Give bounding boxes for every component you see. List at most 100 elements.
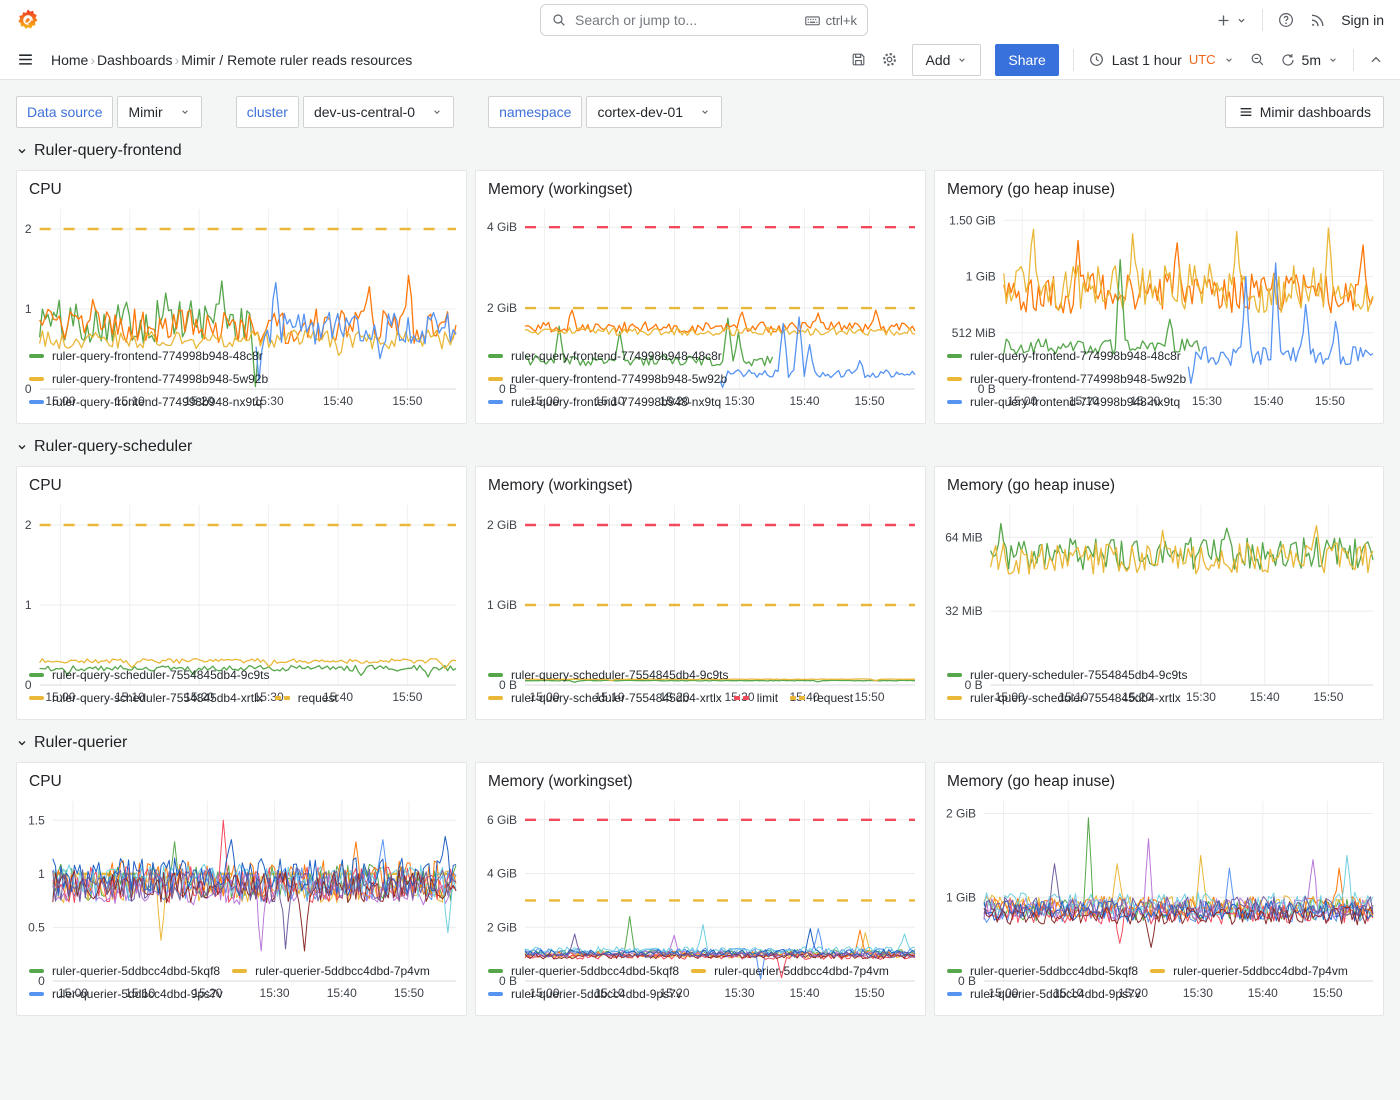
panel-title[interactable]: Memory (go heap inuse) xyxy=(935,763,1383,793)
timeseries-chart[interactable]: 15:0015:1015:2015:3015:4015:50012 xyxy=(17,201,466,343)
timeseries-chart[interactable]: 15:0015:1015:2015:3015:4015:500 B2 GiB4 … xyxy=(476,201,925,343)
panel-title[interactable]: Memory (workingset) xyxy=(476,763,925,793)
legend-item[interactable]: ruler-query-frontend-774998b948-nx9tq xyxy=(488,391,721,413)
legend-swatch xyxy=(947,696,962,700)
timeseries-chart[interactable]: 15:0015:1015:2015:3015:4015:500 B1 GiB2 … xyxy=(476,497,925,662)
namespace-select[interactable]: cortex-dev-01 xyxy=(586,96,722,128)
panel-title[interactable]: CPU xyxy=(17,763,466,793)
legend-label: ruler-query-frontend-774998b948-nx9tq xyxy=(511,395,721,409)
panel-title[interactable]: Memory (workingset) xyxy=(476,171,925,201)
mimir-dashboards-label: Mimir dashboards xyxy=(1260,104,1371,120)
top-nav: Search or jump to... ctrl+k Sign in xyxy=(0,0,1400,40)
mimir-dashboards-button[interactable]: Mimir dashboards xyxy=(1225,96,1384,128)
legend-swatch xyxy=(947,969,962,973)
timeseries-chart[interactable]: 15:0015:1015:2015:3015:4015:500 B512 MiB… xyxy=(935,201,1383,343)
legend-item[interactable]: ruler-query-frontend-774998b948-nx9tq xyxy=(29,391,262,413)
panel-title[interactable]: Memory (go heap inuse) xyxy=(935,467,1383,497)
legend-item[interactable]: ruler-querier-5ddbcc4dbd-9ps7v xyxy=(29,983,223,1005)
legend-item[interactable]: ruler-querier-5ddbcc4dbd-5kqf8 xyxy=(947,960,1138,982)
breadcrumb-home[interactable]: Home xyxy=(51,52,88,68)
toolbar-divider xyxy=(1073,49,1074,71)
panel-title[interactable]: CPU xyxy=(17,171,466,201)
legend-item[interactable]: ruler-querier-5ddbcc4dbd-7p4vm xyxy=(1150,960,1348,982)
timeseries-chart[interactable]: 15:0015:1015:2015:3015:4015:500 B2 GiB4 … xyxy=(476,793,925,958)
legend-item[interactable]: ruler-query-frontend-774998b948-nx9tq xyxy=(947,391,1180,413)
legend-label: ruler-querier-5ddbcc4dbd-5kqf8 xyxy=(511,964,679,978)
panel-title[interactable]: CPU xyxy=(17,467,466,497)
breadcrumb-separator: › xyxy=(175,52,180,68)
chevron-down-icon xyxy=(1327,54,1339,66)
legend-item[interactable]: ruler-query-scheduler-7554845db4-9c9ts xyxy=(29,664,269,686)
legend-label: ruler-query-frontend-774998b948-5w92b xyxy=(970,372,1186,386)
panel-cpu: CPU 15:0015:1015:2015:3015:4015:5000.511… xyxy=(16,762,467,1016)
legend-item[interactable]: ruler-query-scheduler-7554845db4-9c9ts xyxy=(947,664,1187,686)
legend-item[interactable]: ruler-query-scheduler-7554845db4-xrtlx xyxy=(488,687,722,709)
zoom-out-icon xyxy=(1249,51,1266,68)
time-range-picker[interactable]: Last 1 hour UTC xyxy=(1088,51,1235,68)
row-title: Ruler-querier xyxy=(34,734,127,752)
legend-item[interactable]: ruler-query-frontend-774998b948-5w92b xyxy=(29,368,268,390)
timeseries-chart[interactable]: 15:0015:1015:2015:3015:4015:500 B32 MiB6… xyxy=(935,497,1383,662)
save-dashboard-button[interactable] xyxy=(850,51,867,68)
timeseries-chart[interactable]: 15:0015:1015:2015:3015:4015:500 B1 GiB2 … xyxy=(935,793,1383,958)
variable-cluster: cluster dev-us-central-0 xyxy=(236,96,454,128)
help-button[interactable] xyxy=(1277,11,1295,29)
breadcrumb-dashboards[interactable]: Dashboards xyxy=(97,52,173,68)
legend-item[interactable]: ruler-query-scheduler-7554845db4-xrtlx xyxy=(29,687,263,709)
legend-item[interactable]: ruler-query-frontend-774998b948-5w92b xyxy=(947,368,1186,390)
panel-memory-go-heap: Memory (go heap inuse) 15:0015:1015:2015… xyxy=(934,170,1384,424)
legend-item[interactable]: ruler-query-frontend-774998b948-48c8r xyxy=(29,345,263,367)
refresh-picker[interactable]: 5m xyxy=(1280,52,1339,68)
legend-item[interactable]: ruler-query-scheduler-7554845db4-9c9ts xyxy=(488,664,728,686)
add-button[interactable]: Add xyxy=(912,44,981,76)
cluster-select[interactable]: dev-us-central-0 xyxy=(303,96,454,128)
zoom-out-button[interactable] xyxy=(1249,51,1266,68)
dashboard-settings-button[interactable] xyxy=(881,51,898,68)
svg-text:0.5: 0.5 xyxy=(28,920,45,934)
share-button[interactable]: Share xyxy=(995,44,1058,76)
row-header[interactable]: Ruler-query-frontend xyxy=(16,142,1384,160)
breadcrumb-separator: › xyxy=(90,52,95,68)
legend-label: ruler-query-frontend-774998b948-48c8r xyxy=(52,349,263,363)
legend-label: ruler-query-frontend-774998b948-5w92b xyxy=(511,372,727,386)
panel-cpu: CPU 15:0015:1015:2015:3015:4015:50012 ru… xyxy=(16,466,467,720)
collapse-toolbar-button[interactable] xyxy=(1368,52,1384,68)
legend-item[interactable]: ruler-querier-5ddbcc4dbd-7p4vm xyxy=(691,960,889,982)
timeseries-chart[interactable]: 15:0015:1015:2015:3015:4015:5000.511.5 xyxy=(17,793,466,958)
grafana-logo[interactable] xyxy=(16,8,40,32)
svg-text:1: 1 xyxy=(25,598,32,612)
legend-swatch xyxy=(691,969,706,973)
legend-label: ruler-query-frontend-774998b948-5w92b xyxy=(52,372,268,386)
svg-text:64 MiB: 64 MiB xyxy=(945,530,982,544)
legend-item[interactable]: ruler-querier-5ddbcc4dbd-5kqf8 xyxy=(488,960,679,982)
dashboard-canvas: Data source Mimir cluster dev-us-central… xyxy=(0,96,1400,1016)
legend-item[interactable]: limit xyxy=(734,687,778,709)
datasource-select[interactable]: Mimir xyxy=(117,96,201,128)
legend-item[interactable]: ruler-querier-5ddbcc4dbd-7p4vm xyxy=(232,960,430,982)
mega-menu-button[interactable] xyxy=(16,50,35,69)
row-header[interactable]: Ruler-query-scheduler xyxy=(16,438,1384,456)
new-menu-button[interactable] xyxy=(1215,12,1248,29)
sign-in-button[interactable]: Sign in xyxy=(1341,12,1384,28)
legend-item[interactable]: ruler-querier-5ddbcc4dbd-9ps7v xyxy=(947,983,1141,1005)
search-shortcut: ctrl+k xyxy=(804,12,857,29)
legend-item[interactable]: request xyxy=(275,687,338,709)
news-button[interactable] xyxy=(1309,11,1327,29)
legend-item[interactable]: ruler-querier-5ddbcc4dbd-5kqf8 xyxy=(29,960,220,982)
legend-item[interactable]: ruler-query-frontend-774998b948-48c8r xyxy=(488,345,722,367)
timeseries-chart[interactable]: 15:0015:1015:2015:3015:4015:50012 xyxy=(17,497,466,662)
legend-item[interactable]: ruler-query-scheduler-7554845db4-xrtlx xyxy=(947,687,1181,709)
row-title: Ruler-query-frontend xyxy=(34,142,182,160)
legend-item[interactable]: ruler-query-frontend-774998b948-5w92b xyxy=(488,368,727,390)
nav-divider xyxy=(1262,9,1263,31)
legend-item[interactable]: ruler-query-frontend-774998b948-48c8r xyxy=(947,345,1181,367)
search-input[interactable]: Search or jump to... ctrl+k xyxy=(540,4,868,36)
panel-memory-workingset: Memory (workingset) 15:0015:1015:2015:30… xyxy=(475,170,926,424)
legend-item[interactable]: ruler-querier-5ddbcc4dbd-9ps7v xyxy=(488,983,682,1005)
legend-item[interactable]: request xyxy=(790,687,853,709)
row-header[interactable]: Ruler-querier xyxy=(16,734,1384,752)
panel-title[interactable]: Memory (workingset) xyxy=(476,467,925,497)
namespace-label: namespace xyxy=(488,96,582,128)
chart-legend: ruler-querier-5ddbcc4dbd-5kqf8ruler-quer… xyxy=(935,958,1383,1015)
panel-title[interactable]: Memory (go heap inuse) xyxy=(935,171,1383,201)
